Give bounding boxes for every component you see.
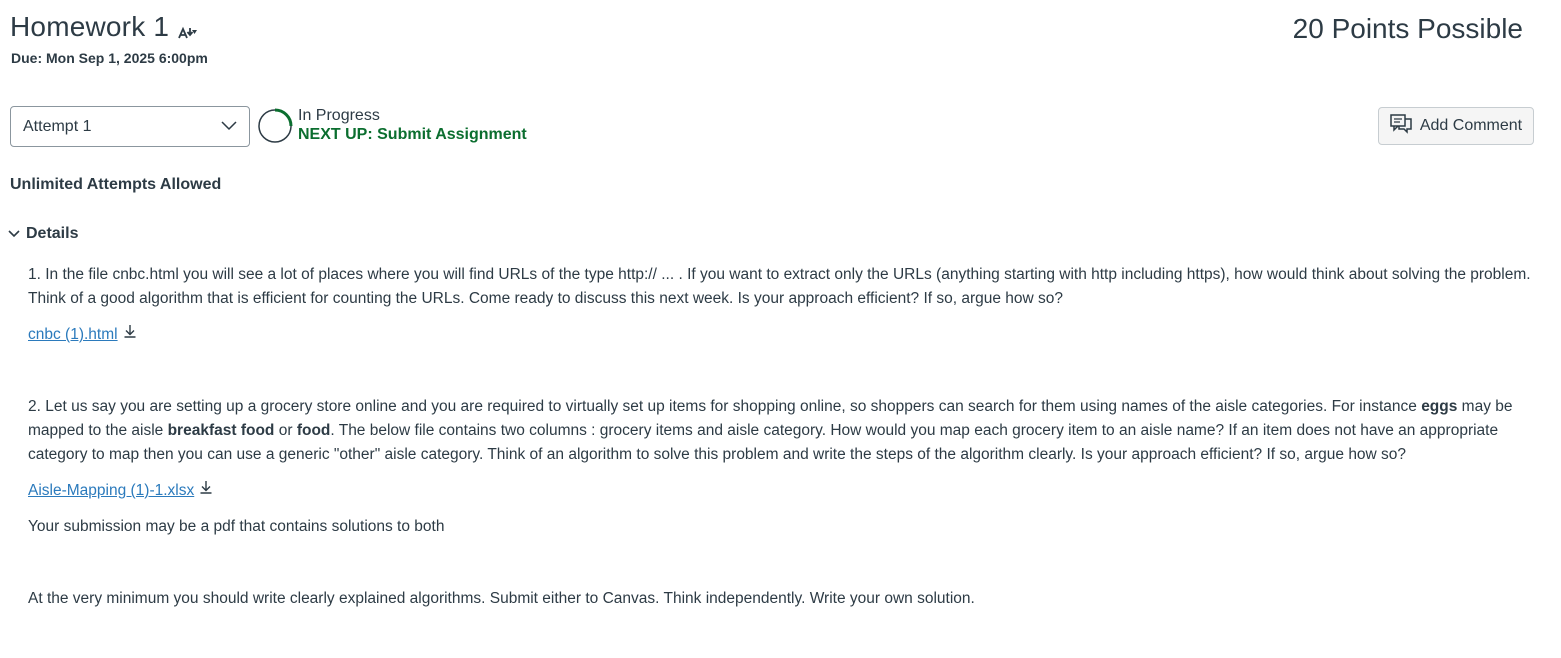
chevron-down-icon [221, 118, 237, 136]
attempt-select-value: Attempt 1 [23, 117, 92, 135]
question-1: 1. In the file cnbc.html you will see a … [28, 266, 1531, 307]
file-link-cnbc[interactable]: cnbc (1).html [28, 323, 138, 347]
file-link-label: cnbc (1).html [28, 326, 118, 343]
immersive-reader-icon[interactable] [177, 24, 199, 42]
page-title: Homework 1 [10, 11, 170, 42]
q2-text: or [274, 422, 297, 439]
add-comment-button[interactable]: Add Comment [1378, 107, 1534, 145]
details-toggle[interactable]: Details [8, 225, 78, 243]
q2-bold-eggs: eggs [1421, 398, 1458, 415]
attempt-status: In Progress NEXT UP: Submit Assignment [298, 106, 527, 144]
download-icon[interactable] [198, 479, 214, 503]
minimum-note: At the very minimum you should write cle… [28, 590, 975, 607]
due-date: Due: Mon Sep 1, 2025 6:00pm [11, 50, 208, 66]
file-link-label: Aisle-Mapping (1)-1.xlsx [28, 482, 195, 499]
q2-bold-breakfast-food: breakfast food [167, 422, 275, 439]
assignment-header: Homework 1 [10, 10, 199, 44]
comment-icon [1390, 113, 1412, 139]
progress-ring-icon [257, 108, 293, 144]
file-link-aisle-mapping[interactable]: Aisle-Mapping (1)-1.xlsx [28, 479, 214, 503]
details-label: Details [26, 225, 79, 242]
next-up-label: NEXT UP: Submit Assignment [298, 126, 527, 143]
status-label: In Progress [298, 107, 380, 124]
add-comment-label: Add Comment [1419, 117, 1523, 134]
points-possible: 20 Points Possible [1292, 13, 1523, 44]
attempts-allowed: Unlimited Attempts Allowed [10, 176, 222, 193]
q2-bold-food: food [296, 422, 331, 439]
attempt-select[interactable]: Attempt 1 [10, 106, 250, 147]
chevron-down-icon [8, 225, 20, 243]
q2-text: 2. Let us say you are setting up a groce… [28, 398, 1422, 415]
question-2: 2. Let us say you are setting up a groce… [28, 395, 1538, 467]
submission-note: Your submission may be a pdf that contai… [28, 518, 445, 535]
download-icon[interactable] [122, 323, 138, 347]
